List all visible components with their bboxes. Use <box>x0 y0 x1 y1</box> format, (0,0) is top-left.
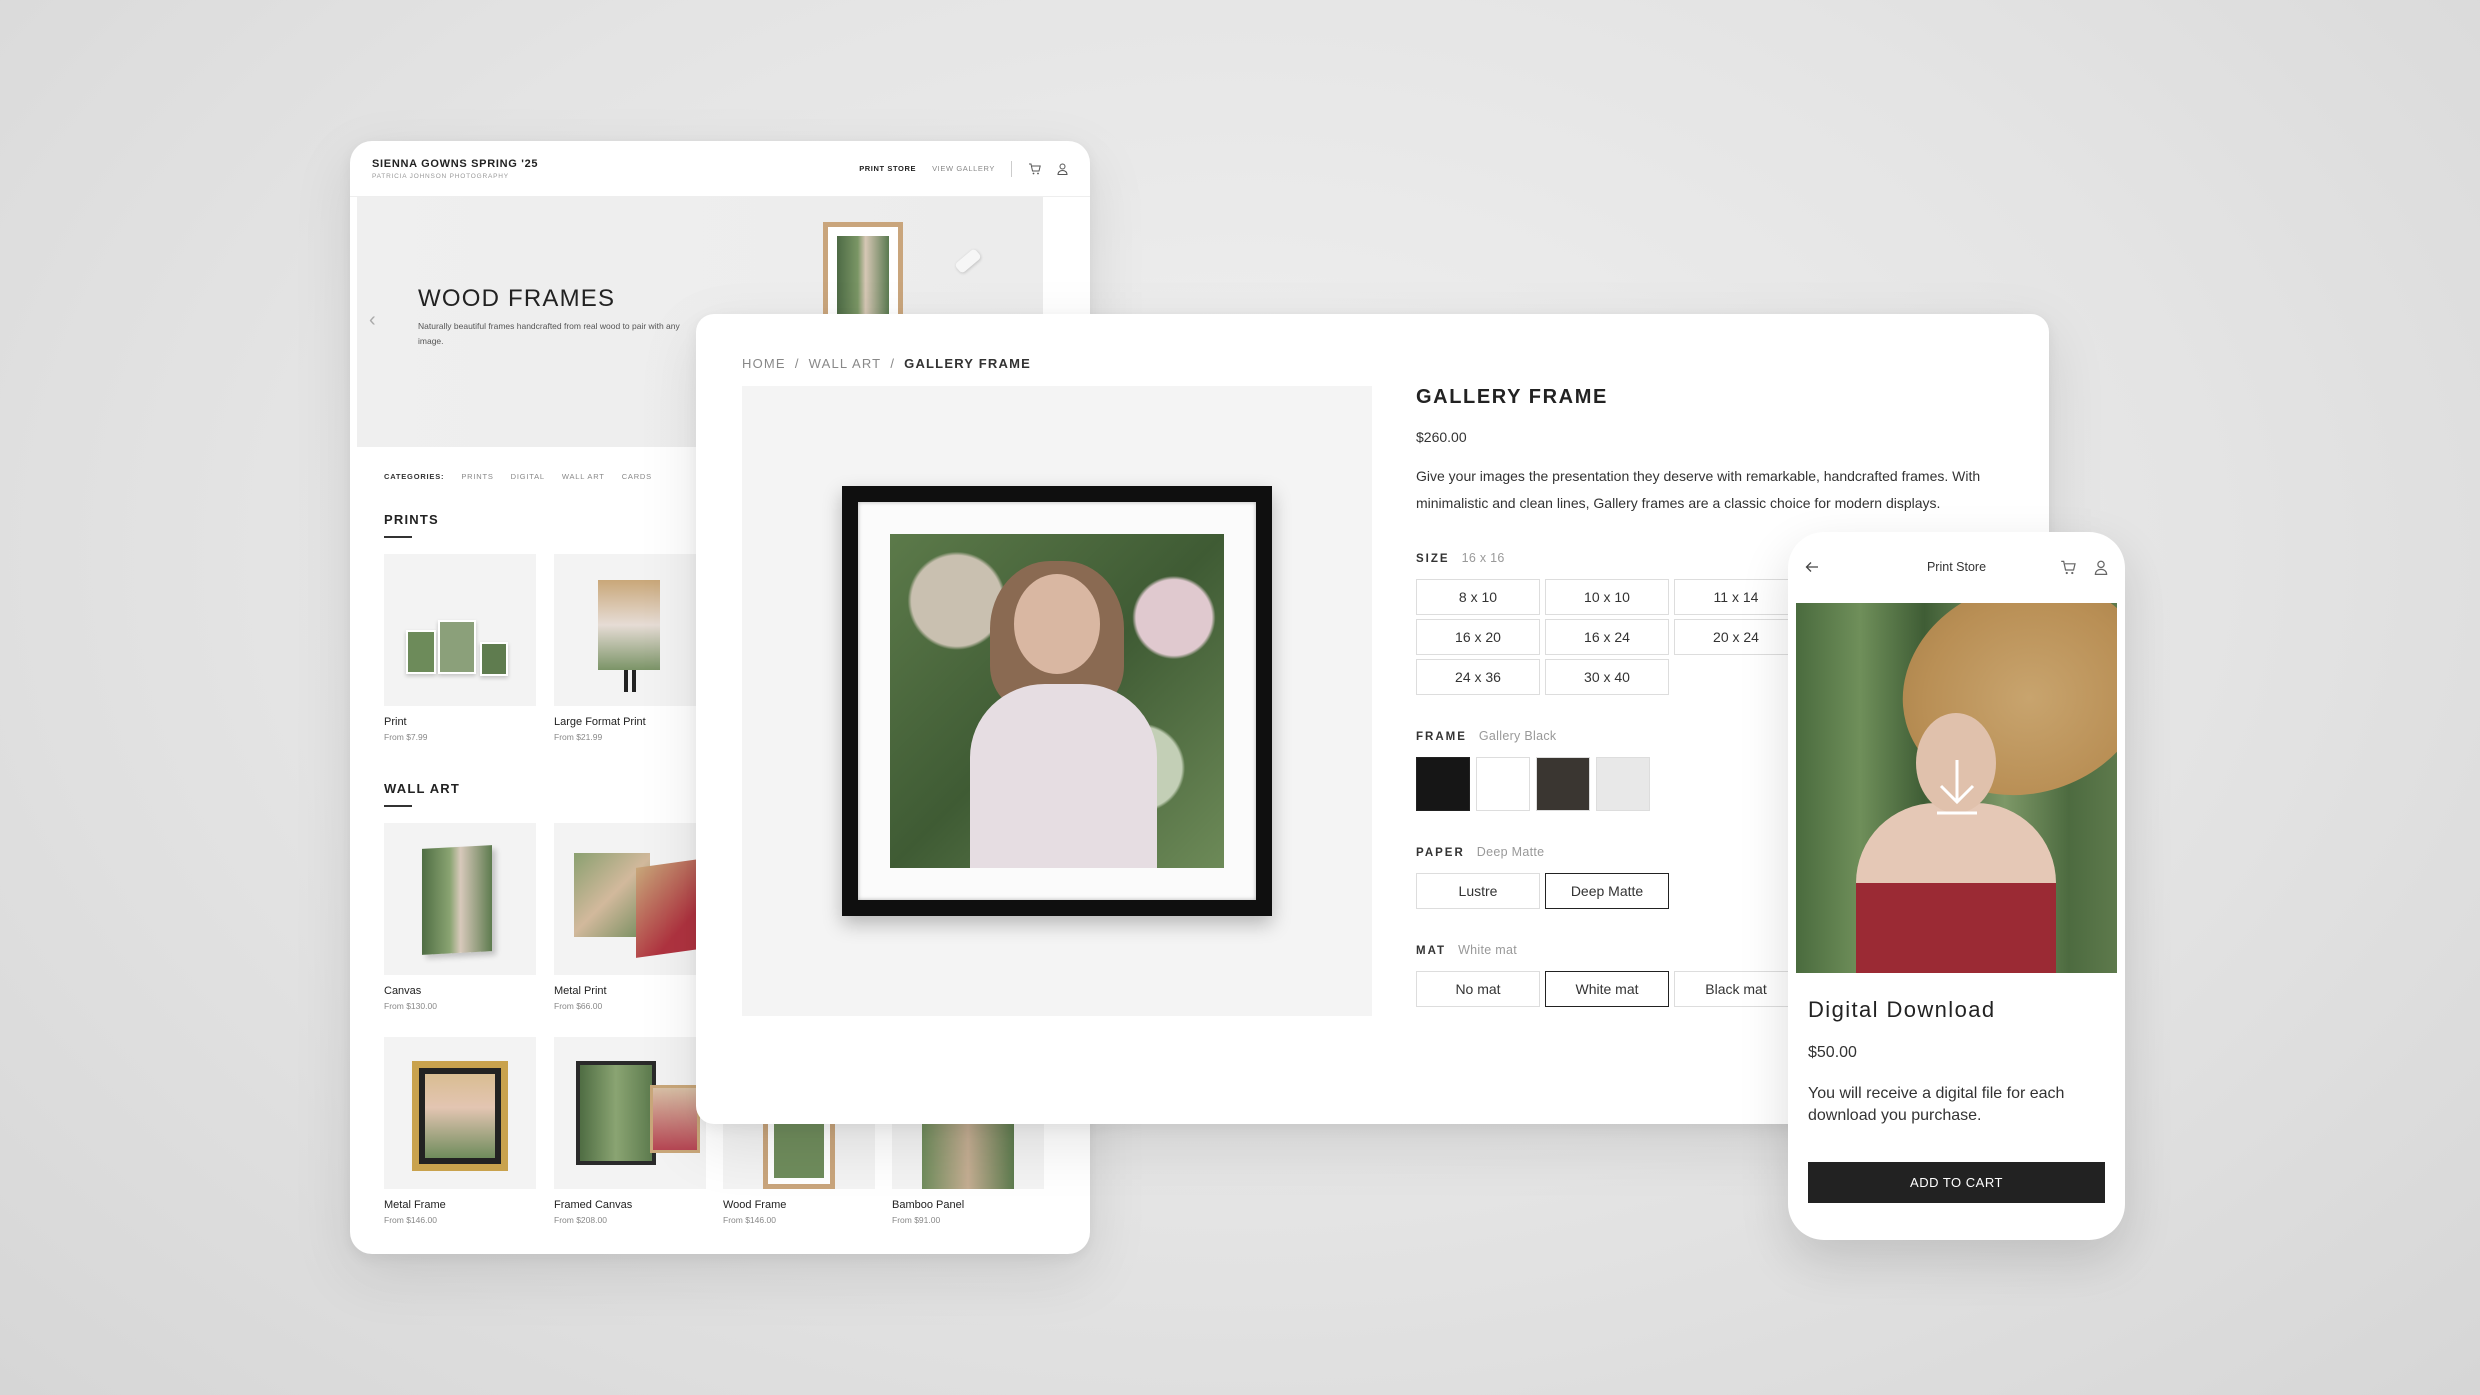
frame-selected: Gallery Black <box>1478 729 1557 743</box>
product-name: Bamboo Panel <box>892 1199 965 1211</box>
product-image <box>554 1037 706 1189</box>
hero-lamp-image <box>954 248 982 274</box>
mobile-product-image <box>1796 603 2117 973</box>
product-price: From $21.99 <box>554 732 603 742</box>
mobile-product-name: Digital Download <box>1808 997 1996 1022</box>
add-to-cart-button[interactable]: ADD TO CART <box>1808 1162 2105 1203</box>
product-price: From $208.00 <box>554 1215 607 1225</box>
nav-divider <box>1011 160 1012 177</box>
product-price: From $130.00 <box>384 1001 437 1011</box>
size-selected: 16 x 16 <box>1461 551 1505 565</box>
portrait-photo <box>890 534 1224 868</box>
mobile-product-price: $50.00 <box>1808 1044 1857 1061</box>
product-image <box>384 554 536 706</box>
category-cards[interactable]: CARDS <box>622 472 652 481</box>
product-price: From $66.00 <box>554 1001 603 1011</box>
categories-label: CATEGORIES: <box>384 472 445 481</box>
breadcrumb-home[interactable]: HOME <box>742 356 786 371</box>
size-option[interactable]: 16 x 20 <box>1416 619 1540 655</box>
product-tile[interactable]: Metal Print From $66.00 <box>554 823 706 1011</box>
product-image <box>384 1037 536 1189</box>
store-title: SIENNA GOWNS SPRING '25 <box>372 157 539 170</box>
hero-title: WOOD FRAMES <box>418 285 616 312</box>
size-option[interactable]: 11 x 14 <box>1674 579 1798 615</box>
mat-label: MAT <box>1416 945 1447 957</box>
category-prints[interactable]: PRINTS <box>461 472 493 481</box>
download-icon <box>1937 760 1977 815</box>
product-price: From $146.00 <box>384 1215 437 1225</box>
product-title: GALLERY FRAME <box>1416 386 1608 408</box>
breadcrumb-wall-art[interactable]: WALL ART <box>809 356 882 371</box>
product-description: Give your images the presentation they d… <box>1416 468 1981 511</box>
mat-option-white[interactable]: White mat <box>1545 971 1669 1007</box>
product-tile[interactable]: Print From $7.99 <box>384 554 536 742</box>
store-header: SIENNA GOWNS SPRING '25 PATRICIA JOHNSON… <box>350 141 1090 197</box>
nav-view-gallery[interactable]: VIEW GALLERY <box>932 164 995 173</box>
mat-option-black[interactable]: Black mat <box>1674 971 1798 1007</box>
chevron-left-icon[interactable]: ‹ <box>369 309 376 332</box>
paper-option-lustre[interactable]: Lustre <box>1416 873 1540 909</box>
section-prints-title: PRINTS <box>384 512 439 527</box>
product-price: $260.00 <box>1416 429 1467 445</box>
store-brand[interactable]: SIENNA GOWNS SPRING '25 PATRICIA JOHNSON… <box>372 158 859 180</box>
store-nav: PRINT STORE VIEW GALLERY <box>859 160 1068 177</box>
section-prints-heading: PRINTS <box>384 512 439 538</box>
mobile-product-page: Print Store Digital Download $50.00 You … <box>1788 532 2125 1240</box>
breadcrumb: HOME / WALL ART / GALLERY FRAME <box>742 356 1031 371</box>
product-price: From $7.99 <box>384 732 428 742</box>
size-label: SIZE <box>1416 553 1450 565</box>
product-name: Metal Frame <box>384 1199 446 1211</box>
product-tile[interactable]: Framed Canvas From $208.00 <box>554 1037 706 1225</box>
section-wall-art-heading: WALL ART <box>384 781 460 807</box>
nav-print-store[interactable]: PRINT STORE <box>859 164 916 173</box>
product-tile[interactable]: Canvas From $130.00 <box>384 823 536 1011</box>
product-price: From $146.00 <box>723 1215 776 1225</box>
product-name: Metal Print <box>554 985 607 997</box>
cart-icon[interactable] <box>1028 163 1041 175</box>
categories-bar: CATEGORIES: PRINTS DIGITAL WALL ART CARD… <box>384 472 652 481</box>
product-price: From $91.00 <box>892 1215 941 1225</box>
category-digital[interactable]: DIGITAL <box>511 472 545 481</box>
paper-label: PAPER <box>1416 847 1465 859</box>
size-option[interactable]: 8 x 10 <box>1416 579 1540 615</box>
paper-option-deep-matte[interactable]: Deep Matte <box>1545 873 1669 909</box>
mobile-product-description: You will receive a digital file for each… <box>1808 1085 2065 1124</box>
mobile-header: Print Store <box>1788 532 2125 602</box>
product-main-image <box>742 386 1372 1016</box>
frame-swatch-walnut[interactable] <box>1536 757 1590 811</box>
mat-option-none[interactable]: No mat <box>1416 971 1540 1007</box>
product-tile[interactable]: Metal Frame From $146.00 <box>384 1037 536 1225</box>
product-name: Wood Frame <box>723 1199 787 1211</box>
paper-selected: Deep Matte <box>1476 845 1545 859</box>
user-icon[interactable] <box>1057 163 1068 175</box>
product-name: Canvas <box>384 985 422 997</box>
size-option[interactable]: 20 x 24 <box>1674 619 1798 655</box>
size-option[interactable]: 24 x 36 <box>1416 659 1540 695</box>
store-subtitle: PATRICIA JOHNSON PHOTOGRAPHY <box>372 172 509 180</box>
section-wall-art-title: WALL ART <box>384 781 461 796</box>
back-arrow-icon[interactable] <box>1805 561 1819 573</box>
user-icon[interactable] <box>2094 560 2108 575</box>
breadcrumb-current: GALLERY FRAME <box>904 356 1031 371</box>
hero-description: Naturally beautiful frames handcrafted f… <box>418 321 680 346</box>
size-option[interactable]: 10 x 10 <box>1545 579 1669 615</box>
size-option[interactable]: 16 x 24 <box>1545 619 1669 655</box>
product-image <box>384 823 536 975</box>
product-tile[interactable]: Large Format Print From $21.99 <box>554 554 706 742</box>
gallery-frame-preview <box>842 486 1272 916</box>
product-name: Framed Canvas <box>554 1199 633 1211</box>
product-name: Large Format Print <box>554 716 646 728</box>
mat-selected: White mat <box>1458 943 1518 957</box>
size-option[interactable]: 30 x 40 <box>1545 659 1669 695</box>
product-name: Print <box>384 716 407 728</box>
product-image <box>554 823 706 975</box>
product-image <box>554 554 706 706</box>
frame-swatch-black[interactable] <box>1416 757 1470 811</box>
cart-icon[interactable] <box>2060 560 2076 575</box>
frame-label: FRAME <box>1416 731 1467 743</box>
frame-swatch-whitewash[interactable] <box>1596 757 1650 811</box>
category-wall-art[interactable]: WALL ART <box>562 472 605 481</box>
frame-swatch-white[interactable] <box>1476 757 1530 811</box>
